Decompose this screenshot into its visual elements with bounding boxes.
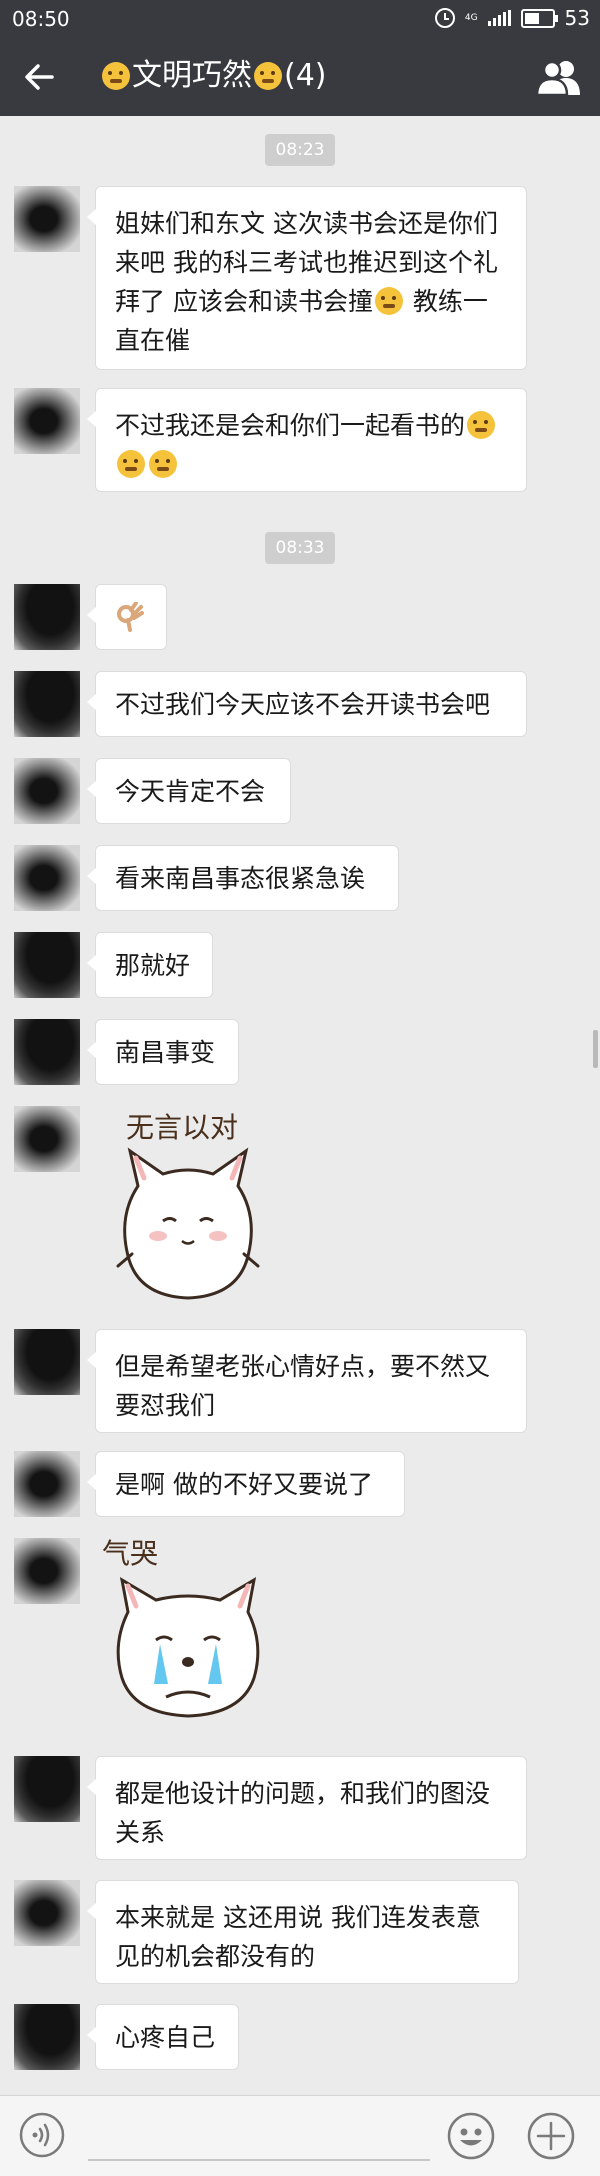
message-bubble[interactable]: 今天肯定不会 bbox=[87, 758, 291, 824]
scrollbar[interactable] bbox=[593, 1030, 598, 1068]
status-bar: 08:50 4G 53 bbox=[0, 0, 600, 38]
message-text: 是啊 做的不好又要说了 bbox=[115, 1470, 373, 1499]
avatar[interactable] bbox=[14, 584, 80, 650]
message-text: 今天肯定不会 bbox=[115, 777, 266, 806]
avatar[interactable] bbox=[14, 388, 80, 454]
avatar[interactable] bbox=[14, 1451, 80, 1517]
message-text: 南昌事变 bbox=[115, 1038, 216, 1067]
message-text: 不过我们今天应该不会开读书会吧 bbox=[115, 690, 491, 719]
tongue-face-emoji bbox=[102, 62, 130, 90]
cat-sticker-image bbox=[116, 1577, 260, 1718]
avatar[interactable] bbox=[14, 1329, 80, 1395]
emoji-face-icon[interactable] bbox=[446, 2111, 496, 2161]
message-bubble[interactable]: 看来南昌事态很紧急诶 bbox=[87, 845, 399, 911]
message-bubble[interactable]: 心疼自己 bbox=[87, 2004, 239, 2070]
message-bubble[interactable]: 是啊 做的不好又要说了 bbox=[87, 1451, 405, 1517]
message-bubble[interactable]: 本来就是 这还用说 我们连发表意见的机会都没有的 bbox=[87, 1880, 519, 1984]
avatar[interactable] bbox=[14, 758, 80, 824]
headband-emoji bbox=[467, 411, 496, 439]
signal-icon bbox=[487, 10, 511, 26]
avatar[interactable] bbox=[14, 1106, 80, 1172]
status-icons: 4G 53 bbox=[434, 6, 590, 30]
message-text: 但是希望老张心情好点，要不然又要怼我们 bbox=[115, 1352, 491, 1420]
ok-hand-emoji bbox=[117, 602, 144, 632]
message-bubble[interactable] bbox=[87, 584, 167, 650]
sticker-caption: 无言以对 bbox=[126, 1111, 239, 1144]
speechless-cat-sticker[interactable]: 无言以对 bbox=[108, 1106, 268, 1310]
group-members-icon[interactable] bbox=[536, 57, 582, 97]
battery-fill bbox=[524, 12, 539, 24]
message-text: 本来就是 这还用说 我们连发表意见的机会都没有的 bbox=[115, 1903, 481, 1971]
back-arrow-icon[interactable] bbox=[22, 60, 56, 94]
status-time: 08:50 bbox=[12, 7, 70, 31]
message-text: 不过我还是会和你们一起看书的 bbox=[115, 411, 466, 440]
crying-cat-sticker[interactable]: 气哭 bbox=[102, 1532, 268, 1726]
input-bar bbox=[0, 2095, 600, 2176]
avatar[interactable] bbox=[14, 932, 80, 998]
message-bubble[interactable]: 那就好 bbox=[87, 932, 213, 998]
avatar[interactable] bbox=[14, 845, 80, 911]
battery-icon bbox=[520, 8, 558, 28]
winking-tongue-emoji bbox=[374, 287, 403, 315]
message-text: 都是他设计的问题，和我们的图没关系 bbox=[115, 1779, 491, 1847]
message-list[interactable]: 08:23 姐妹们和东文 这次读书会还是你们来吧 我的科三考试也推迟到这个礼拜了… bbox=[0, 116, 600, 2095]
chat-title: 文明巧然 (4) bbox=[100, 56, 327, 96]
message-bubble[interactable]: 都是他设计的问题，和我们的图没关系 bbox=[87, 1756, 527, 1860]
message-text: 那就好 bbox=[115, 951, 191, 980]
group-name: 文明巧然 bbox=[132, 58, 252, 93]
message-bubble[interactable]: 但是希望老张心情好点，要不然又要怼我们 bbox=[87, 1329, 527, 1433]
message-text: 心疼自己 bbox=[115, 2023, 216, 2052]
cat-sticker-image bbox=[116, 1147, 260, 1300]
avatar[interactable] bbox=[14, 1880, 80, 1946]
avatar[interactable] bbox=[14, 1756, 80, 1822]
avatar[interactable] bbox=[14, 2004, 80, 2070]
headband-emoji bbox=[149, 450, 177, 478]
message-bubble[interactable]: 南昌事变 bbox=[87, 1019, 239, 1085]
voice-input-icon[interactable] bbox=[18, 2111, 66, 2159]
member-count: (4) bbox=[284, 58, 327, 93]
timestamp: 08:33 bbox=[265, 532, 335, 564]
message-bubble[interactable]: 不过我还是会和你们一起看书的 bbox=[87, 388, 527, 492]
message-bubble[interactable]: 姐妹们和东文 这次读书会还是你们来吧 我的科三考试也推迟到这个礼拜了 应该会和读… bbox=[87, 186, 527, 370]
alarm-icon bbox=[434, 8, 455, 28]
avatar[interactable] bbox=[14, 1019, 80, 1085]
avatar[interactable] bbox=[14, 671, 80, 737]
message-text: 看来南昌事态很紧急诶 bbox=[115, 864, 366, 893]
battery-percent: 53 bbox=[564, 6, 590, 30]
network-type-label: 4G bbox=[464, 12, 478, 23]
sticker-caption: 气哭 bbox=[102, 1537, 159, 1570]
avatar[interactable] bbox=[14, 1538, 80, 1604]
avatar[interactable] bbox=[14, 186, 80, 252]
timestamp: 08:23 bbox=[265, 134, 335, 166]
plus-icon[interactable] bbox=[526, 2111, 576, 2161]
chat-header: 文明巧然 (4) bbox=[0, 38, 600, 116]
headband-emoji bbox=[117, 450, 145, 478]
squinting-tongue-emoji bbox=[254, 62, 282, 90]
message-input[interactable] bbox=[88, 2159, 430, 2161]
message-bubble[interactable]: 不过我们今天应该不会开读书会吧 bbox=[87, 671, 527, 737]
